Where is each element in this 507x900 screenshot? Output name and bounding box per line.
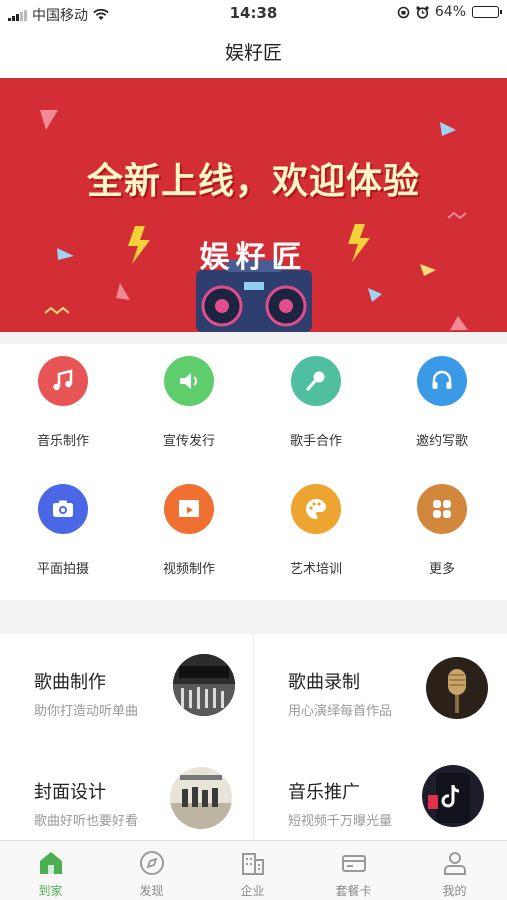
tab-label: 到家 (38, 884, 63, 898)
banner-decorations (40, 110, 468, 332)
service-grid: 音乐制作 宣传发行 歌手合作 邀约写歌 平面拍摄 视频制作 艺术培训 更多 (0, 344, 507, 600)
battery-percent: 64% (434, 4, 466, 20)
building-icon (242, 853, 264, 875)
service-promotion[interactable]: 宣传发行 (126, 344, 252, 472)
banner-headline: 全新上线，欢迎体验 (86, 161, 420, 202)
headphones-icon (417, 356, 467, 406)
service-label: 音乐制作 (36, 434, 89, 449)
card-title: 歌曲录制 (288, 672, 360, 693)
studio-microphone-image (426, 657, 488, 719)
compass-icon (140, 851, 164, 875)
mixing-console-image (173, 654, 235, 716)
status-bar: 中国移动 14:38 64% (0, 0, 507, 28)
orientation-lock-icon (397, 6, 410, 18)
banner-logo: 娱籽匠 (199, 240, 308, 275)
speaker-icon (164, 356, 214, 406)
service-label: 宣传发行 (162, 434, 215, 449)
alarm-icon (416, 5, 429, 19)
tab-enterprise[interactable]: 企业 (202, 841, 303, 900)
card-cover-design[interactable]: 封面设计 歌曲好听也要好看 (0, 737, 253, 840)
card-subtitle: 歌曲好听也要好看 (34, 814, 139, 829)
status-right: 64% (397, 4, 502, 20)
card-title: 音乐推广 (288, 782, 360, 803)
promo-banner[interactable]: 全新上线，欢迎体验 娱籽匠 (0, 78, 507, 332)
video-icon (164, 484, 214, 534)
service-art-training[interactable]: 艺术培训 (253, 472, 379, 600)
tab-package-card[interactable]: 套餐卡 (303, 841, 404, 900)
card-icon (342, 855, 366, 872)
camera-icon (38, 484, 88, 534)
home-icon (40, 852, 62, 874)
card-music-promotion[interactable]: 音乐推广 短视频千万曝光量 (254, 737, 507, 840)
more-grid-icon (417, 484, 467, 534)
user-icon (444, 852, 466, 875)
service-label: 平面拍摄 (36, 562, 89, 577)
tab-label: 套餐卡 (335, 884, 372, 898)
service-label: 邀约写歌 (415, 434, 468, 449)
card-song-recording[interactable]: 歌曲录制 用心演绎每首作品 (254, 634, 507, 737)
tab-label: 我的 (442, 884, 467, 898)
page-title: 娱籽匠 (224, 42, 282, 64)
card-subtitle: 短视频千万曝光量 (288, 814, 393, 829)
card-subtitle: 用心演绎每首作品 (288, 704, 393, 719)
tab-profile[interactable]: 我的 (404, 841, 505, 900)
card-title: 歌曲制作 (34, 672, 106, 693)
tab-bar: 到家 发现 企业 套餐卡 我的 (0, 840, 507, 900)
tab-label: 发现 (139, 884, 164, 898)
card-subtitle: 助你打造动听单曲 (34, 704, 139, 719)
music-note-icon (38, 356, 88, 406)
feature-cards: 歌曲制作 助你打造动听单曲 歌曲录制 用心演绎每首作品 封面设计 歌曲好听也要好… (0, 634, 507, 840)
service-label: 艺术培训 (289, 562, 342, 577)
service-video[interactable]: 视频制作 (126, 472, 252, 600)
service-label: 歌手合作 (289, 434, 342, 449)
service-music-production[interactable]: 音乐制作 (0, 344, 126, 472)
service-singer-collab[interactable]: 歌手合作 (253, 344, 379, 472)
palette-icon (291, 484, 341, 534)
service-songwriting[interactable]: 邀约写歌 (379, 344, 505, 472)
tab-discover[interactable]: 发现 (101, 841, 202, 900)
service-photography[interactable]: 平面拍摄 (0, 472, 126, 600)
card-song-production[interactable]: 歌曲制作 助你打造动听单曲 (0, 634, 253, 737)
tab-home[interactable]: 到家 (0, 841, 101, 900)
service-more[interactable]: 更多 (379, 472, 505, 600)
service-label: 更多 (428, 562, 455, 577)
microphone-icon (291, 356, 341, 406)
battery-icon (472, 6, 502, 18)
tab-label: 企业 (240, 884, 265, 898)
album-cover-image (170, 767, 232, 829)
tiktok-phone-image (422, 765, 484, 827)
card-title: 封面设计 (34, 782, 106, 803)
nav-bar: 娱籽匠 (0, 28, 507, 78)
service-label: 视频制作 (162, 562, 215, 577)
